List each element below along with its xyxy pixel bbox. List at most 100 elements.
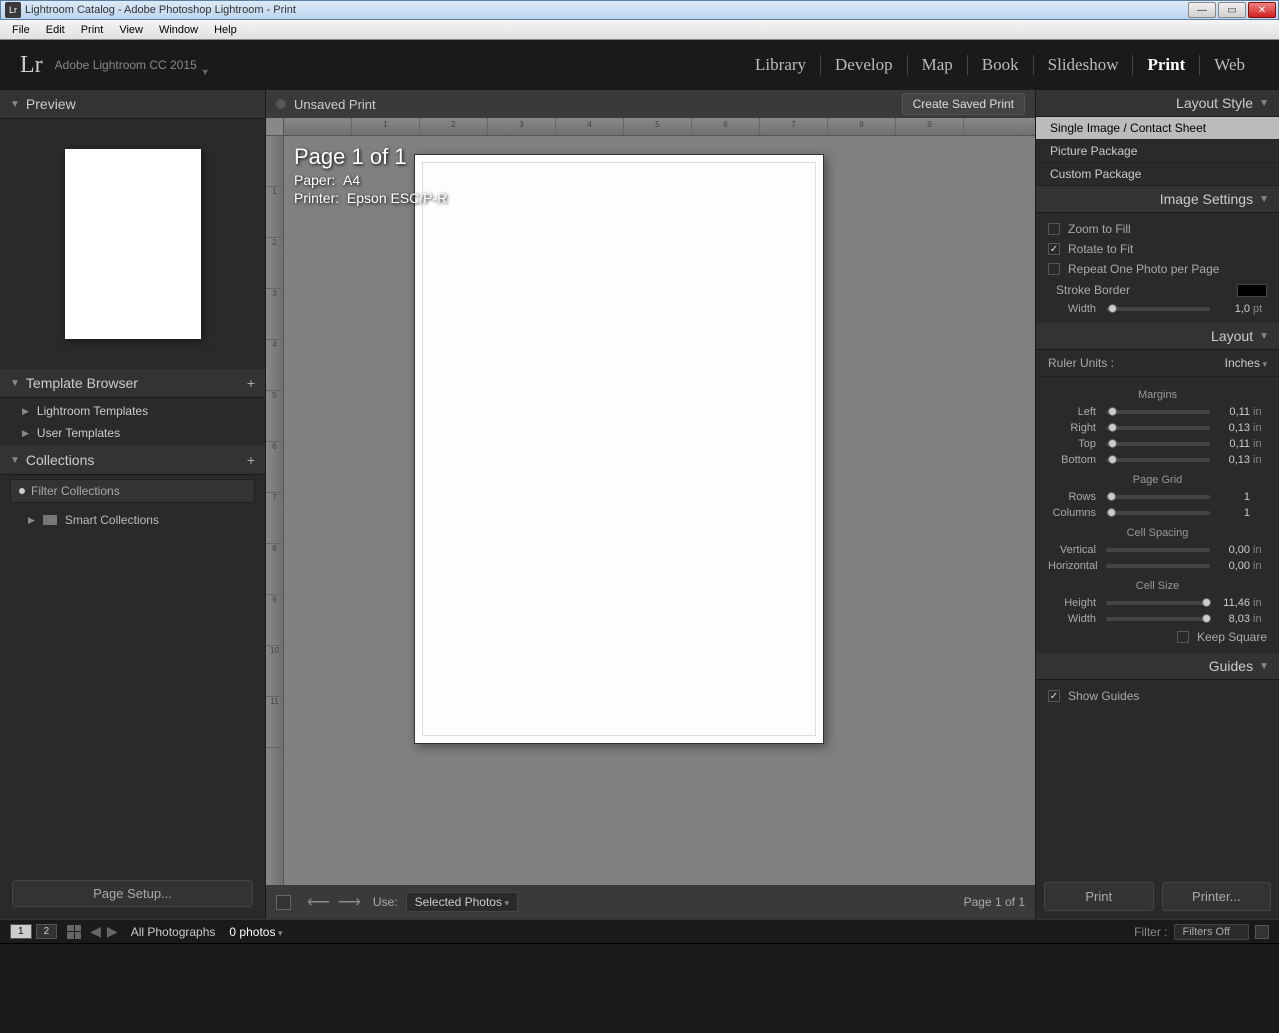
- identity-plate[interactable]: Adobe Lightroom CC 2015▼: [55, 58, 741, 72]
- close-button[interactable]: ✕: [1248, 2, 1276, 18]
- ruler-units-dropdown[interactable]: Ruler Units : Inches: [1036, 350, 1279, 377]
- stroke-width-slider[interactable]: Width 1,0 pt: [1048, 301, 1267, 317]
- template-browser-header[interactable]: ▼ Template Browser +: [0, 369, 265, 398]
- menu-window[interactable]: Window: [151, 22, 206, 38]
- print-job-bar: Unsaved Print Create Saved Print: [266, 90, 1035, 118]
- page-setup-button[interactable]: Page Setup...: [12, 880, 253, 907]
- guides-panel-header[interactable]: Guides ▼: [1036, 653, 1279, 680]
- filter-lock-button[interactable]: [1255, 925, 1269, 939]
- ruler-corner: [266, 118, 284, 136]
- stroke-color-swatch[interactable]: [1237, 284, 1267, 297]
- collections-title: Collections: [26, 452, 94, 468]
- lightroom-templates-folder[interactable]: ▶ Lightroom Templates: [0, 400, 265, 422]
- module-develop[interactable]: Develop: [821, 55, 908, 75]
- secondary-view-button[interactable]: 2: [36, 924, 58, 939]
- right-panel: Layout Style ▼ Single Image / Contact Sh…: [1035, 90, 1279, 919]
- module-map[interactable]: Map: [908, 55, 968, 75]
- preview-thumbnail[interactable]: [65, 149, 201, 339]
- repeat-photo-checkbox[interactable]: Repeat One Photo per Page: [1048, 259, 1267, 279]
- triangle-down-icon: ▼: [1259, 98, 1269, 109]
- next-page-button[interactable]: ⟶: [338, 892, 361, 912]
- template-browser-title: Template Browser: [26, 375, 138, 391]
- filmstrip-toolbar: 1 2 ◀ ▶ All Photographs 0 photos Filter …: [0, 919, 1279, 943]
- filter-collections-input[interactable]: Filter Collections: [10, 479, 255, 503]
- page-grid-label: Page Grid: [1048, 474, 1267, 486]
- lightroom-logo: Lr: [20, 52, 43, 79]
- cell-width-slider[interactable]: Width8,03in: [1048, 611, 1267, 627]
- zoom-to-fill-checkbox[interactable]: Zoom to Fill: [1048, 219, 1267, 239]
- user-templates-folder[interactable]: ▶ User Templates: [0, 422, 265, 444]
- menu-bar: File Edit Print View Window Help: [0, 20, 1279, 40]
- margin-left-slider[interactable]: Left0,11in: [1048, 404, 1267, 420]
- add-template-button[interactable]: +: [247, 375, 255, 391]
- rows-slider[interactable]: Rows1: [1048, 489, 1267, 505]
- filter-dropdown[interactable]: Filters Off: [1174, 924, 1249, 940]
- page-number-label: Page 1 of 1: [294, 144, 447, 170]
- nav-back-button[interactable]: ◀: [90, 923, 101, 940]
- smart-collections-item[interactable]: ▶ Smart Collections: [0, 507, 265, 533]
- margin-top-slider[interactable]: Top0,11in: [1048, 436, 1267, 452]
- module-library[interactable]: Library: [741, 55, 821, 75]
- collections-header[interactable]: ▼ Collections +: [0, 446, 265, 475]
- columns-slider[interactable]: Columns1: [1048, 505, 1267, 521]
- create-saved-print-button[interactable]: Create Saved Print: [902, 93, 1025, 115]
- show-guides-checkbox[interactable]: Show Guides: [1048, 686, 1267, 706]
- menu-view[interactable]: View: [111, 22, 151, 38]
- main-view-button[interactable]: 1: [10, 924, 32, 939]
- use-photos-dropdown[interactable]: Selected Photos: [406, 892, 518, 912]
- menu-help[interactable]: Help: [206, 22, 245, 38]
- printer-button[interactable]: Printer...: [1162, 882, 1272, 911]
- vertical-spacing-slider: Vertical0,00in: [1048, 542, 1267, 558]
- module-slideshow[interactable]: Slideshow: [1034, 55, 1134, 75]
- rotate-to-fit-checkbox[interactable]: Rotate to Fit: [1048, 239, 1267, 259]
- window-title: Lightroom Catalog - Adobe Photoshop Ligh…: [25, 4, 1188, 16]
- menu-file[interactable]: File: [4, 22, 38, 38]
- smart-collection-icon: [43, 515, 57, 525]
- image-settings-header[interactable]: Image Settings ▼: [1036, 186, 1279, 213]
- module-picker: Lr Adobe Lightroom CC 2015▼ Library Deve…: [0, 40, 1279, 90]
- margin-right-slider[interactable]: Right0,13in: [1048, 420, 1267, 436]
- triangle-right-icon: ▶: [22, 428, 29, 439]
- layout-panel-header[interactable]: Layout ▼: [1036, 323, 1279, 350]
- triangle-down-icon: ▼: [1259, 661, 1269, 672]
- grid-view-icon[interactable]: [67, 925, 81, 939]
- module-print[interactable]: Print: [1133, 55, 1200, 75]
- layout-style-custom[interactable]: Custom Package: [1036, 163, 1279, 186]
- cell-size-label: Cell Size: [1048, 580, 1267, 592]
- left-panel: ▼ Preview ▼ Template Browser + ▶ Lightro…: [0, 90, 266, 919]
- keep-square-checkbox[interactable]: Keep Square: [1048, 627, 1267, 647]
- filter-label: Filter :: [1134, 925, 1167, 939]
- maximize-button[interactable]: ▭: [1218, 2, 1246, 18]
- print-job-title: Unsaved Print: [294, 97, 376, 112]
- print-canvas[interactable]: 123456789 1234567891011 Page 1 of 1 Pape…: [266, 118, 1035, 885]
- preview-panel-header[interactable]: ▼ Preview: [0, 90, 265, 119]
- filmstrip[interactable]: [0, 943, 1279, 1033]
- margins-label: Margins: [1048, 389, 1267, 401]
- menu-edit[interactable]: Edit: [38, 22, 73, 38]
- module-book[interactable]: Book: [968, 55, 1034, 75]
- source-path[interactable]: All Photographs: [131, 925, 216, 939]
- margin-bottom-slider[interactable]: Bottom0,13in: [1048, 452, 1267, 468]
- triangle-down-icon: ▼: [1259, 194, 1269, 205]
- module-web[interactable]: Web: [1200, 55, 1259, 75]
- layout-style-picture[interactable]: Picture Package: [1036, 140, 1279, 163]
- layout-style-single[interactable]: Single Image / Contact Sheet: [1036, 117, 1279, 140]
- triangle-down-icon: ▼: [10, 99, 20, 110]
- use-label: Use:: [373, 895, 398, 909]
- print-button[interactable]: Print: [1044, 882, 1154, 911]
- prev-page-button[interactable]: ⟵: [307, 892, 330, 912]
- nav-forward-button[interactable]: ▶: [107, 923, 118, 940]
- layout-style-header[interactable]: Layout Style ▼: [1036, 90, 1279, 117]
- menu-print[interactable]: Print: [73, 22, 112, 38]
- photo-count[interactable]: 0 photos: [229, 925, 282, 939]
- horizontal-spacing-slider: Horizontal0,00in: [1048, 558, 1267, 574]
- page-indicator: Page 1 of 1: [964, 895, 1025, 909]
- cell-height-slider[interactable]: Height11,46in: [1048, 595, 1267, 611]
- chevron-down-icon: ▼: [201, 67, 210, 77]
- select-toggle-checkbox[interactable]: [276, 895, 291, 910]
- preview-title: Preview: [26, 96, 76, 112]
- paper-preview[interactable]: [414, 154, 824, 744]
- minimize-button[interactable]: —: [1188, 2, 1216, 18]
- ruler-horizontal: 123456789: [284, 118, 1035, 136]
- add-collection-button[interactable]: +: [247, 452, 255, 468]
